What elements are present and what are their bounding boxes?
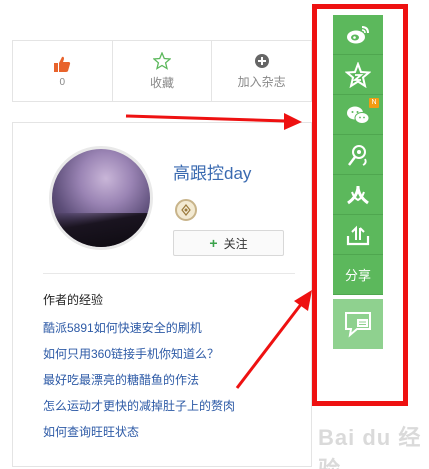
experience-link[interactable]: 酷派5891如何快速安全的刷机 [43, 321, 235, 347]
plus-icon: + [209, 235, 218, 251]
follow-button[interactable]: + 关注 [173, 230, 284, 256]
add-to-magazine-button[interactable]: 加入杂志 [212, 41, 311, 101]
share-label: 分享 [344, 268, 371, 283]
new-badge: N [369, 98, 379, 108]
like-button[interactable]: 0 [13, 41, 113, 101]
like-count: 0 [59, 76, 66, 88]
divider [43, 273, 295, 274]
pengyou-icon [348, 144, 367, 166]
share-sidebar: N 分享 [333, 15, 383, 349]
experience-link[interactable]: 最好吃最漂亮的糖醋鱼的作法 [43, 373, 235, 399]
add-to-magazine-label: 加入杂志 [237, 74, 286, 89]
author-experience-heading: 作者的经验 [43, 293, 104, 307]
author-card: 高跟控day + 关注 作者的经验 酷派5891如何快速安全的刷机 如何只用36… [12, 122, 312, 467]
experience-link[interactable]: 如何查询旺旺状态 [43, 425, 235, 451]
favorite-button[interactable]: 收藏 [113, 41, 213, 101]
share-renren-button[interactable] [333, 175, 383, 215]
share-more-button[interactable]: 分享 [333, 255, 383, 295]
baidu-watermark: Bai du 经验 [318, 425, 422, 469]
share-weibo-button[interactable] [333, 15, 383, 55]
article-action-bar: 0 收藏 加入杂志 [12, 40, 312, 102]
feedback-button[interactable] [333, 299, 383, 349]
author-level-badge-icon [175, 199, 197, 221]
qzone-star-icon [345, 61, 371, 88]
share-upload-icon [346, 225, 370, 245]
share-pengyou-button[interactable] [333, 135, 383, 175]
share-qzone-button[interactable] [333, 55, 383, 95]
experience-link[interactable]: 怎么运动才更快的减掉肚子上的赘肉 [43, 399, 235, 425]
renren-icon [347, 185, 369, 204]
thumbs-up-icon [54, 56, 71, 72]
follow-label: 关注 [223, 236, 248, 251]
experience-link[interactable]: 如何只用360链接手机你知道么？ [43, 347, 235, 373]
plus-circle-icon [254, 53, 269, 68]
author-experience-list: 酷派5891如何快速安全的刷机 如何只用360链接手机你知道么？ 最好吃最漂亮的… [43, 321, 235, 451]
share-upload-button[interactable] [333, 215, 383, 255]
share-wechat-button[interactable]: N [333, 95, 383, 135]
wechat-icon [347, 106, 370, 124]
comment-bubble-icon [345, 312, 371, 338]
favorite-label: 收藏 [150, 75, 175, 90]
author-name-link[interactable]: 高跟控day [173, 159, 251, 184]
weibo-icon [347, 25, 369, 43]
star-outline-icon [153, 51, 171, 70]
author-avatar[interactable] [49, 146, 153, 250]
